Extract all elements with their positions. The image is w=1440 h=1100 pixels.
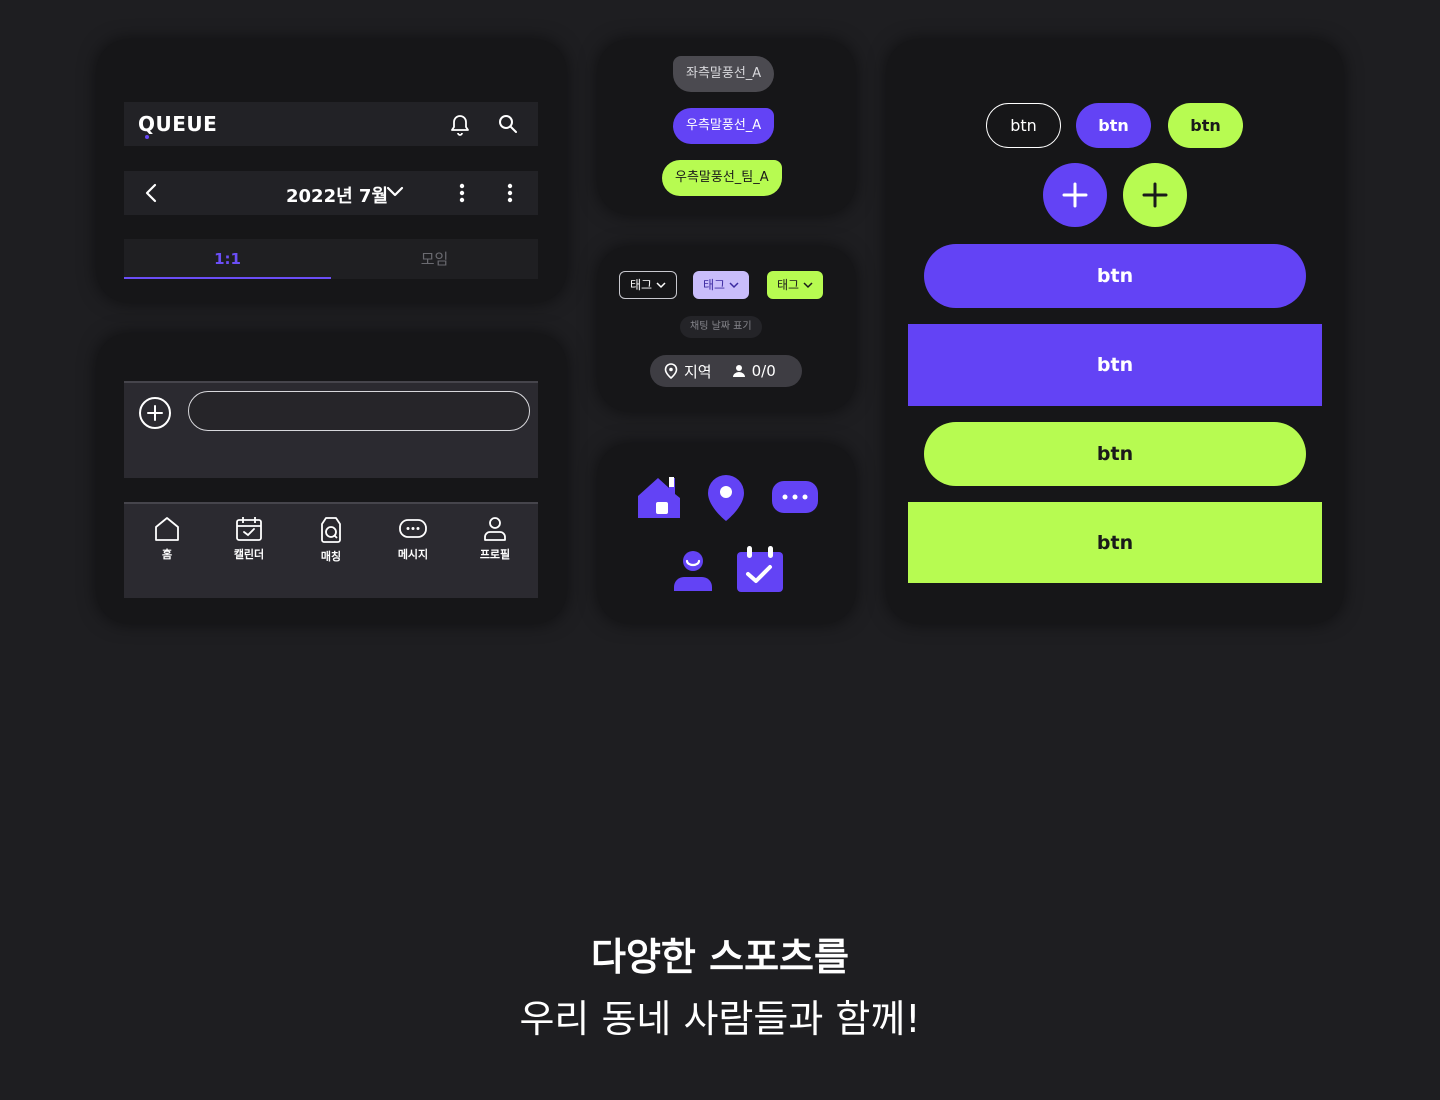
tagline-heading: 다양한 스포츠를 — [591, 935, 849, 979]
team-speech-bubble: 우측말풍선_팀_A — [662, 160, 782, 196]
back-arrow-icon[interactable] — [144, 183, 158, 203]
outline-small-button[interactable]: btn — [986, 103, 1061, 148]
chevron-down-icon[interactable] — [386, 186, 404, 198]
chat-date-label: 채팅 날짜 표기 — [680, 316, 762, 338]
nav-label: 캘린더 — [233, 548, 265, 561]
tag-green[interactable]: 태그 — [767, 271, 824, 299]
purple-add-button[interactable] — [1043, 163, 1107, 227]
navigation-components-card: 홈 캘린더 매칭 메시지 프로필 — [97, 334, 566, 623]
location-info-pill: 지역 0/0 — [650, 355, 802, 387]
tag-outline[interactable]: 태그 — [619, 271, 678, 299]
month-navigation-bar: 2022년 7월 — [124, 171, 538, 215]
nav-item-calendar[interactable]: 캘린더 — [208, 516, 290, 562]
home-filled-icon — [636, 474, 682, 520]
purple-small-button[interactable]: btn — [1076, 103, 1151, 148]
app-header: QUEUE — [124, 102, 538, 146]
tab-one-on-one[interactable]: 1:1 — [124, 239, 331, 279]
nav-item-home[interactable]: 홈 — [126, 516, 208, 562]
nav-label: 프로필 — [479, 548, 511, 561]
logo-dot — [145, 135, 149, 139]
search-icon[interactable] — [498, 114, 518, 134]
nav-label: 매칭 — [320, 550, 342, 563]
lime-rounded-large-button[interactable]: btn — [924, 422, 1306, 486]
left-speech-bubble: 좌측말풍선_A — [673, 56, 775, 92]
location-label: 지역 — [684, 362, 712, 381]
icons-card — [598, 444, 855, 623]
tagline-subheading: 우리 동네 사람들과 함께! — [519, 997, 921, 1041]
right-speech-bubble: 우측말풍선_A — [673, 108, 775, 144]
chevron-down-icon — [803, 281, 813, 289]
month-label[interactable]: 2022년 7월 — [286, 182, 388, 208]
nav-label: 홈 — [161, 548, 173, 561]
calendar-check-filled-icon — [734, 544, 786, 594]
more-options-icon[interactable] — [507, 183, 513, 203]
plus-icon — [1062, 182, 1088, 208]
buttons-card: btn btn btn btn btn btn btn — [887, 40, 1343, 623]
chevron-down-icon — [656, 281, 666, 289]
purple-rounded-large-button[interactable]: btn — [924, 244, 1306, 308]
location-pin-icon — [664, 363, 678, 379]
plus-icon — [1142, 182, 1168, 208]
tags-card: 태그 태그 태그 채팅 날짜 표기 지역 0/0 — [598, 247, 855, 411]
profile-filled-icon — [671, 549, 715, 591]
nav-item-profile[interactable]: 프로필 — [454, 516, 536, 562]
location-filled-icon — [706, 473, 746, 523]
lime-small-button[interactable]: btn — [1168, 103, 1243, 148]
nav-item-matching[interactable]: 매칭 — [290, 516, 372, 564]
nav-item-message[interactable]: 메시지 — [372, 516, 454, 562]
add-attachment-button[interactable] — [139, 397, 171, 429]
matching-icon — [290, 516, 372, 544]
lime-add-button[interactable] — [1123, 163, 1187, 227]
purple-block-button[interactable]: btn — [908, 324, 1322, 406]
speech-bubbles-card: 좌측말풍선_A 우측말풍선_A 우측말풍선_팀_A — [598, 40, 855, 214]
bell-icon[interactable] — [450, 114, 470, 136]
header-components-card: QUEUE 2022년 7월 1:1 모임 — [97, 40, 566, 302]
home-icon — [126, 516, 208, 542]
tab-group[interactable]: 모임 — [331, 239, 538, 279]
message-icon — [372, 516, 454, 542]
message-filled-icon — [770, 479, 820, 515]
chat-message-input[interactable] — [188, 391, 530, 431]
chevron-down-icon — [729, 281, 739, 289]
lime-block-button[interactable]: btn — [908, 502, 1322, 583]
chat-input-bar — [124, 381, 538, 478]
nav-label: 메시지 — [397, 548, 429, 561]
more-options-icon[interactable] — [459, 183, 465, 203]
app-logo: QUEUE — [138, 112, 217, 139]
tab-bar: 1:1 모임 — [124, 239, 538, 279]
person-icon — [732, 364, 746, 378]
bottom-navigation: 홈 캘린더 매칭 메시지 프로필 — [124, 502, 538, 598]
participant-count: 0/0 — [751, 362, 776, 380]
tag-purple[interactable]: 태그 — [693, 271, 750, 299]
profile-icon — [454, 516, 536, 542]
calendar-icon — [208, 516, 290, 542]
